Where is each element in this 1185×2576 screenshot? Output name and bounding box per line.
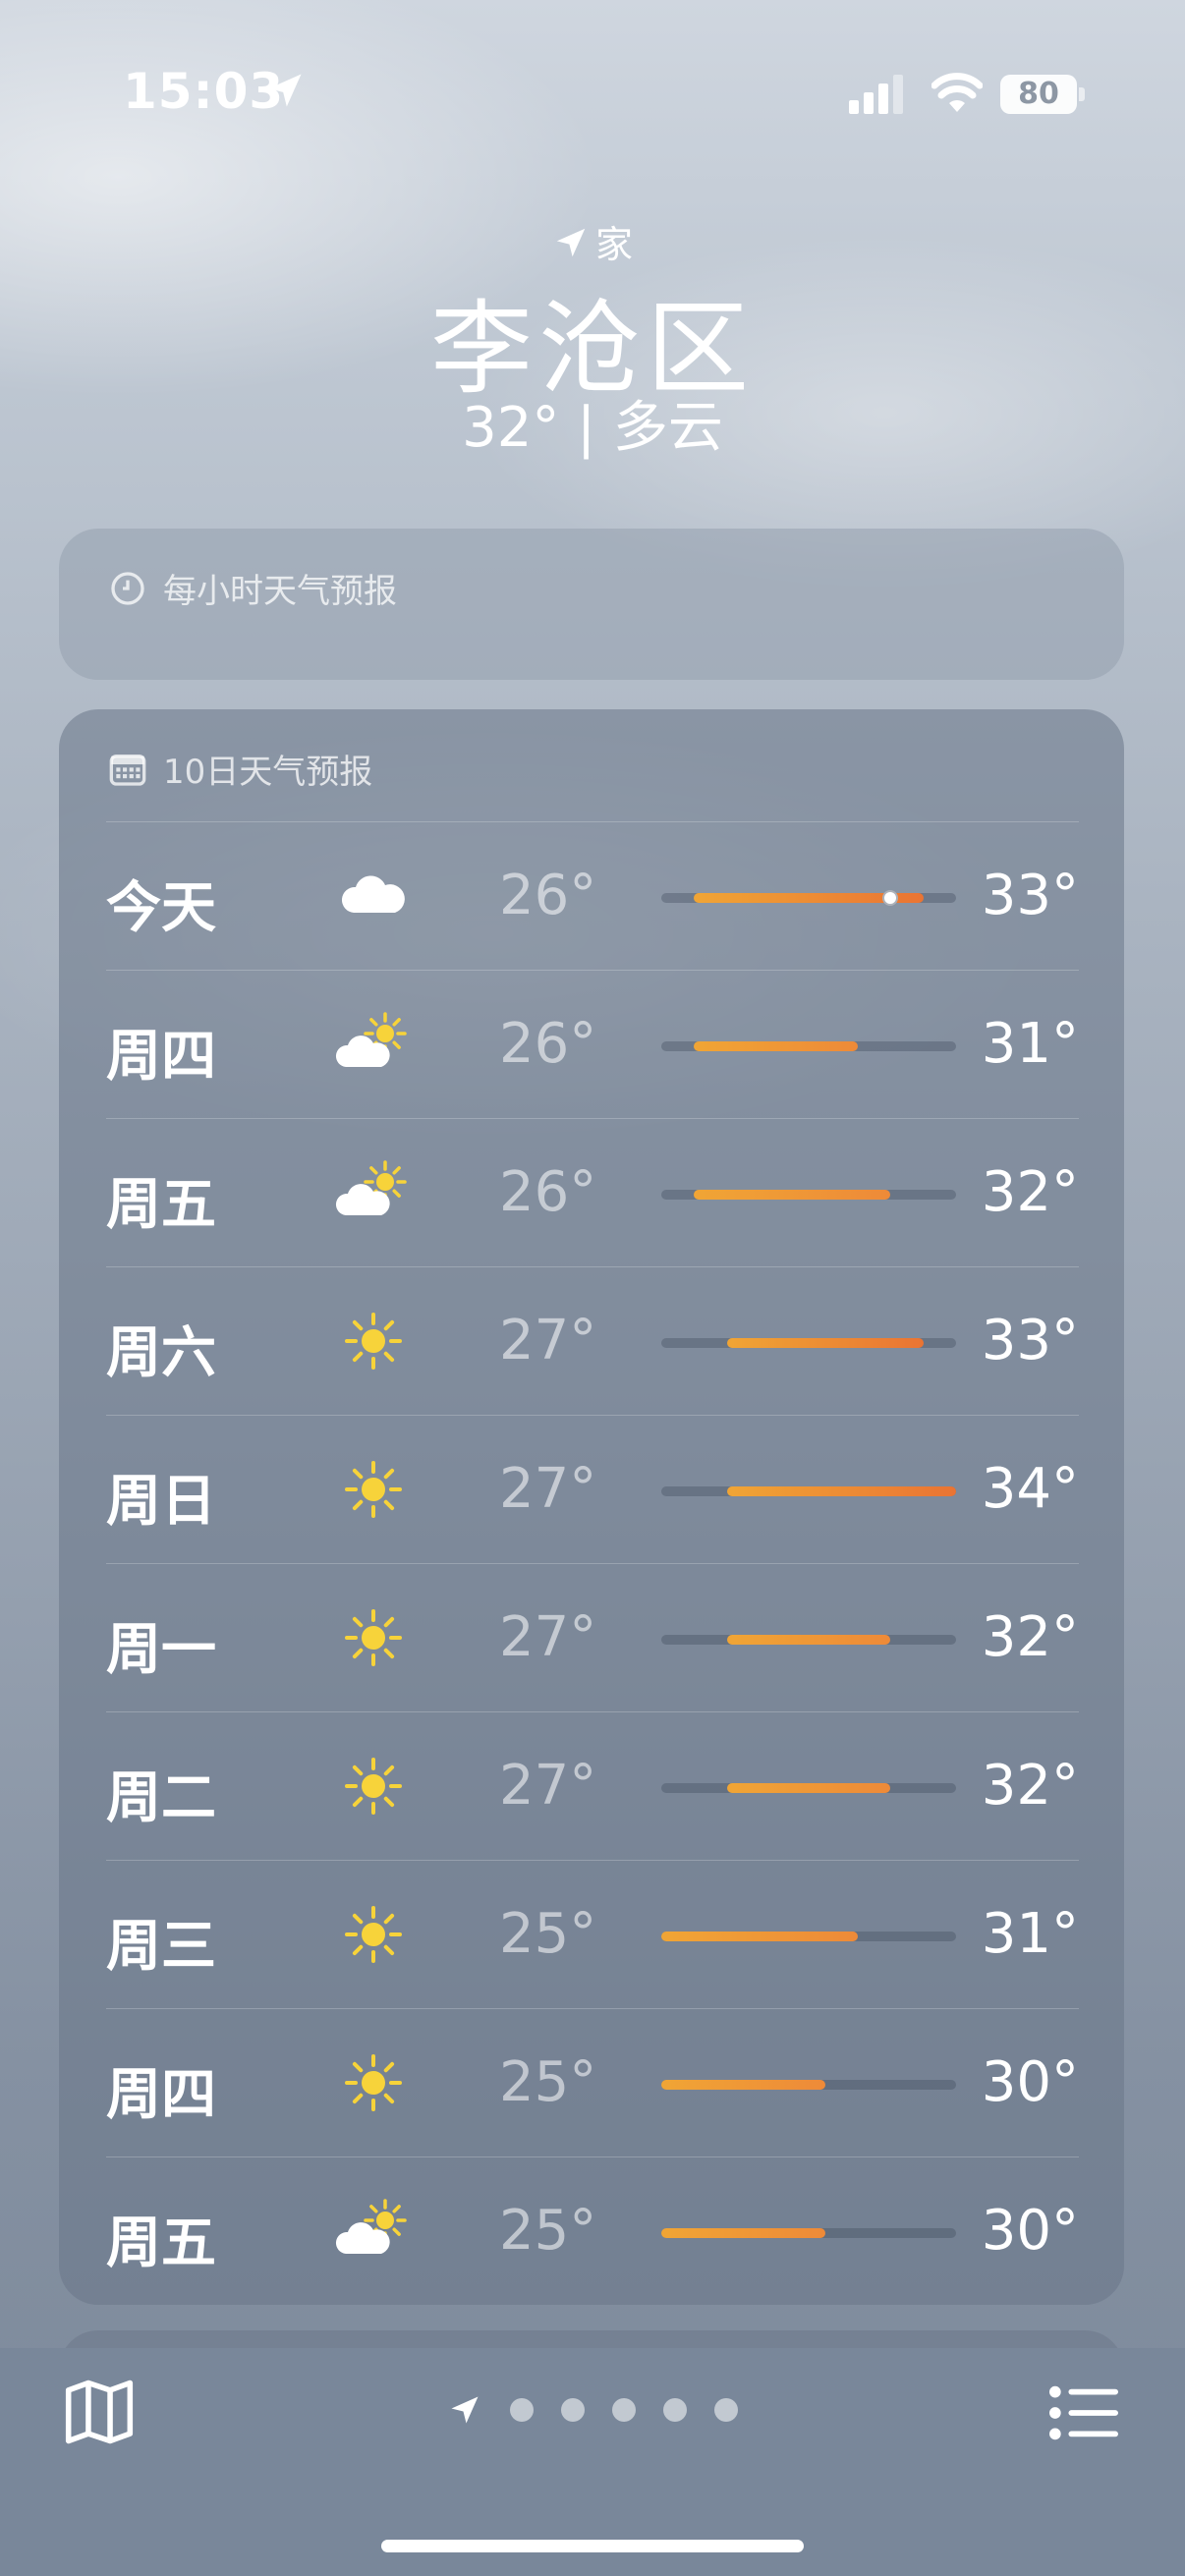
page-dot[interactable] [561,2398,585,2422]
forecast-row[interactable]: 周三 25° 31° [106,1860,1079,2008]
cloud-icon [334,862,413,930]
sun-icon [334,2048,413,2117]
page-dot[interactable] [663,2398,687,2422]
calendar-icon [109,754,146,786]
cellular-signal-icon [849,75,903,114]
forecast-list: 今天 26° 33° 周四 26° 31° 周五 26° 32° 周六 27° 33° 周日 27° 34°… [106,821,1079,2305]
forecast-day: 周五 [106,1173,216,1237]
forecast-day: 周五 [106,2212,216,2275]
temp-range-fill [694,1190,891,1200]
low-temp: 27° [499,1309,597,1372]
current-temp-dot [882,890,899,906]
page-indicator[interactable] [0,2392,1185,2428]
temp-range-fill [726,1338,924,1348]
temp-range-bar [661,2080,956,2090]
high-temp: 33° [981,864,1079,927]
battery-level: 80 [1018,77,1059,111]
low-temp: 27° [499,1457,597,1521]
page-dot[interactable] [714,2398,738,2422]
high-temp: 32° [981,1160,1079,1224]
battery-cap [1079,87,1085,101]
page-dot[interactable] [612,2398,636,2422]
sun-icon [334,1900,413,1969]
temp-range-fill [726,1486,956,1496]
location-label: 家 [0,214,1185,268]
clock-icon [111,571,144,605]
forecast-day: 周四 [106,1025,216,1089]
list-icon[interactable] [1049,2385,1118,2440]
temp-range-bar [661,1338,956,1348]
forecast-day: 周四 [106,2063,216,2127]
forecast-row[interactable]: 周日 27° 34° [106,1415,1079,1563]
forecast-row[interactable]: 周六 27° 33° [106,1266,1079,1415]
high-temp: 31° [981,1902,1079,1966]
forecast-day: 周六 [106,1321,216,1385]
temp-range-bar [661,1190,956,1200]
hourly-forecast-title: 每小时天气预报 [163,572,397,611]
sun-icon [334,1752,413,1820]
low-temp: 25° [499,2050,597,2114]
temp-range-bar [661,1932,956,1941]
status-time: 15:03 [123,63,285,120]
temp-range-bar [661,890,956,906]
high-temp: 33° [981,1309,1079,1372]
high-temp: 30° [981,2199,1079,2263]
temp-range-fill [726,1783,891,1793]
temp-range-fill [661,1932,858,1941]
low-temp: 25° [499,2199,597,2263]
forecast-day: 周三 [106,1915,216,1979]
current-conditions: 32° | 多云 [462,396,723,460]
low-temp: 25° [499,1902,597,1966]
temp-range-fill [726,1635,891,1645]
partly-sunny-icon [334,2197,413,2266]
high-temp: 32° [981,1605,1079,1669]
temp-range-bar [661,1486,956,1496]
low-temp: 26° [499,864,597,927]
high-temp: 31° [981,1012,1079,1076]
page-dot[interactable] [510,2398,534,2422]
home-label: 家 [594,223,633,266]
high-temp: 34° [981,1457,1079,1521]
location-arrow-icon [556,228,586,257]
low-temp: 27° [499,1754,597,1818]
forecast-row[interactable]: 周五 25° 30° [106,2156,1079,2305]
forecast-row[interactable]: 周四 26° 31° [106,970,1079,1118]
forecast-row[interactable]: 周二 27° 32° [106,1711,1079,1860]
forecast-row[interactable]: 周四 25° 30° [106,2008,1079,2156]
low-temp: 26° [499,1160,597,1224]
forecast-day: 今天 [106,876,216,940]
forecast-day: 周二 [106,1766,216,1830]
partly-sunny-icon [334,1158,413,1227]
battery-indicator: 80 [1000,75,1077,114]
temp-range-fill [661,2228,825,2238]
hourly-forecast-card[interactable]: 每小时天气预报 [59,529,1124,680]
temp-range-bar [661,1041,956,1051]
location-arrow-icon [268,74,302,107]
temp-range-bar [661,2228,956,2238]
home-indicator[interactable] [381,2540,804,2552]
low-temp: 26° [499,1012,597,1076]
sun-icon [334,1307,413,1375]
sun-icon [334,1603,413,1672]
ten-day-forecast-header: 10日天气预报 [108,745,372,793]
temp-range-bar [661,1635,956,1645]
hourly-forecast-header: 每小时天气预报 [108,564,397,612]
forecast-day: 周一 [106,1618,216,1682]
ten-day-forecast-card[interactable]: 10日天气预报 今天 26° 33° 周四 26° 31° 周五 26° 32° 周六 27° 33°… [59,709,1124,2305]
partly-sunny-icon [334,1010,413,1079]
temp-range-bar [661,1783,956,1793]
low-temp: 27° [499,1605,597,1669]
forecast-day: 周日 [106,1470,216,1534]
sun-icon [334,1455,413,1524]
temp-range-fill [661,2080,825,2090]
forecast-row[interactable]: 周五 26° 32° [106,1118,1079,1266]
forecast-row[interactable]: 周一 27° 32° [106,1563,1079,1711]
forecast-row[interactable]: 今天 26° 33° [106,821,1079,970]
current-location-page-icon[interactable] [447,2392,482,2428]
high-temp: 30° [981,2050,1079,2114]
temp-range-fill [694,1041,858,1051]
ten-day-forecast-title: 10日天气预报 [163,753,373,792]
wifi-icon [931,73,983,112]
high-temp: 32° [981,1754,1079,1818]
